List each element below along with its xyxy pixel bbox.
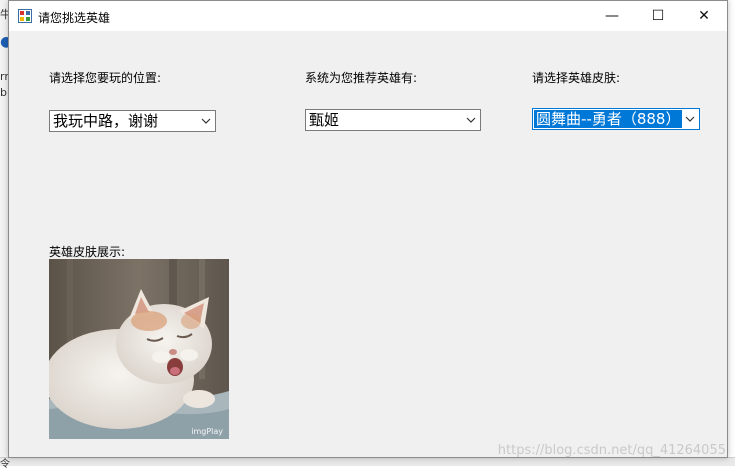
hero-combobox[interactable]: 甄姬 [305, 109, 481, 131]
preview-label: 英雄皮肤展示: [49, 245, 126, 259]
title-bar[interactable]: 请您挑选英雄 — ☐ ✕ [9, 1, 727, 31]
background-statusbar: 令 [0, 457, 735, 470]
maximize-icon: ☐ [651, 8, 665, 24]
hero-combobox-value: 甄姬 [309, 111, 340, 129]
close-icon: ✕ [698, 8, 710, 24]
cat-photo [49, 259, 229, 439]
hero-select-window: 请您挑选英雄 — ☐ ✕ 请选择您要玩的位置: 我玩中路，谢谢 系统为您推荐英雄… [8, 0, 728, 458]
skin-label: 请选择英雄皮肤: [532, 71, 621, 85]
minimize-icon: — [605, 8, 619, 24]
recommend-label: 系统为您推荐英雄有: [305, 71, 418, 85]
chevron-down-icon [201, 118, 211, 124]
page-watermark: https://blog.csdn.net/qq_41264055 [497, 443, 726, 458]
image-watermark: imgPlay [191, 427, 223, 436]
skin-preview-image: imgPlay [49, 259, 229, 439]
close-button[interactable]: ✕ [681, 1, 727, 31]
chevron-down-icon [466, 117, 476, 123]
position-combobox[interactable]: 我玩中路，谢谢 [49, 110, 216, 132]
background-text: b [0, 86, 7, 99]
minimize-button[interactable]: — [589, 1, 635, 31]
window-title: 请您挑选英雄 [38, 11, 111, 25]
app-icon [18, 9, 32, 23]
position-label: 请选择您要玩的位置: [49, 71, 162, 85]
chevron-down-icon [685, 114, 695, 124]
position-combobox-value: 我玩中路，谢谢 [53, 112, 159, 130]
maximize-button[interactable]: ☐ [635, 1, 681, 31]
skin-combobox[interactable]: 圆舞曲--勇者（888） [532, 108, 700, 130]
skin-combobox-value: 圆舞曲--勇者（888） [534, 110, 683, 128]
